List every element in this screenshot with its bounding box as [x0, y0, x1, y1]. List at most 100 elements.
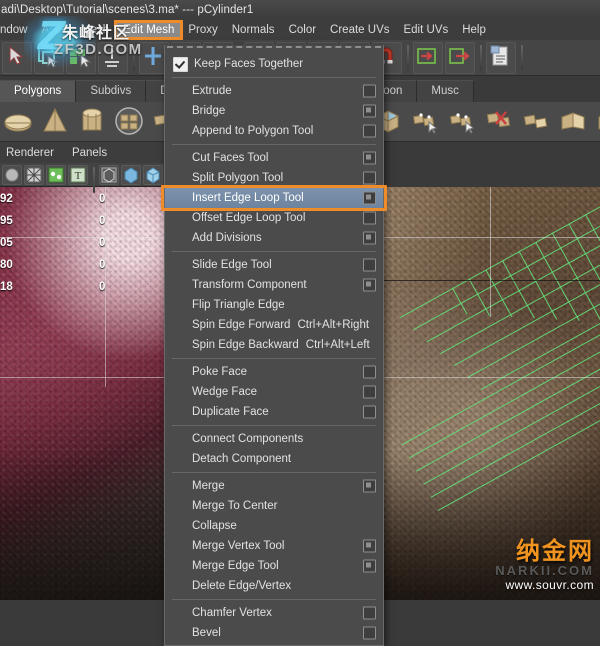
- option-box-icon[interactable]: [363, 365, 376, 379]
- option-box-icon[interactable]: [363, 124, 376, 138]
- tear-off-handle[interactable]: [167, 46, 381, 52]
- select-by-component-icon[interactable]: [98, 41, 128, 74]
- select-by-object-icon[interactable]: [66, 41, 96, 74]
- polygon-delete-icon[interactable]: [483, 105, 517, 139]
- option-box-icon[interactable]: [363, 559, 376, 573]
- menu-item-label: Wedge Face: [192, 386, 257, 398]
- menu-create-uvs[interactable]: Create UVs: [323, 22, 396, 38]
- smooth-shade-icon[interactable]: [121, 164, 141, 185]
- menu-item-label: Merge Edge Tool: [192, 560, 279, 572]
- readout-label: 05: [0, 237, 13, 249]
- panel-icon-bar[interactable]: T: [0, 163, 185, 193]
- panel-menu-bar[interactable]: Renderer Panels: [0, 142, 165, 164]
- menu-item-collapse[interactable]: Collapse: [165, 516, 383, 536]
- polygon-merge-icon[interactable]: [557, 105, 591, 139]
- option-box-icon[interactable]: [363, 84, 376, 98]
- menu-proxy[interactable]: Proxy: [181, 22, 224, 38]
- wireframe-icon[interactable]: [24, 164, 44, 185]
- option-box-icon[interactable]: [363, 626, 376, 640]
- polygon-plane-icon[interactable]: [113, 105, 147, 139]
- option-box-icon[interactable]: [363, 405, 376, 419]
- menu-item-spin-edge-backward[interactable]: Spin Edge Backward Ctrl+Alt+Left: [165, 335, 383, 355]
- menu-item-spin-edge-forward[interactable]: Spin Edge Forward Ctrl+Alt+Right: [165, 315, 383, 335]
- option-box-icon[interactable]: [363, 211, 376, 225]
- menu-normals[interactable]: Normals: [225, 22, 282, 38]
- option-box-icon[interactable]: [363, 385, 376, 399]
- texture-icon[interactable]: [46, 164, 66, 185]
- panel-menu-renderer[interactable]: Renderer: [0, 146, 60, 160]
- option-box-icon[interactable]: [363, 151, 376, 165]
- menu-item-bevel[interactable]: Bevel: [165, 623, 383, 643]
- checkmark-icon: [173, 56, 188, 72]
- menu-item-append-to-polygon-tool[interactable]: Append to Polygon Tool: [165, 121, 383, 141]
- polygon-mirror-icon[interactable]: [594, 105, 600, 139]
- menu-color[interactable]: Color: [282, 22, 323, 38]
- menu-item-slide-edge-tool[interactable]: Slide Edge Tool: [165, 255, 383, 275]
- menu-item-offset-edge-loop-tool[interactable]: Offset Edge Loop Tool: [165, 208, 383, 228]
- text-tool-icon[interactable]: T: [68, 164, 88, 185]
- polygon-split-icon[interactable]: [409, 105, 443, 139]
- polygon-sphere-icon[interactable]: [2, 105, 36, 139]
- viewport-guide-line: [490, 187, 491, 317]
- menu-item-chamfer-vertex[interactable]: Chamfer Vertex: [165, 603, 383, 623]
- menu-item-label: Transform Component: [192, 279, 307, 291]
- panel-menu-panels[interactable]: Panels: [66, 146, 113, 160]
- select-by-hierarchy-icon[interactable]: [34, 41, 64, 74]
- flat-shade-icon[interactable]: [143, 164, 163, 185]
- polygon-cone-icon[interactable]: [39, 105, 73, 139]
- select-arrow-icon[interactable]: [2, 41, 32, 74]
- menu-item-poke-face[interactable]: Poke Face: [165, 362, 383, 382]
- menu-item-bridge[interactable]: Bridge: [165, 101, 383, 121]
- menu-item-wedge-face[interactable]: Wedge Face: [165, 382, 383, 402]
- menu-item-flip-triangle-edge[interactable]: Flip Triangle Edge: [165, 295, 383, 315]
- menu-item-merge-to-center[interactable]: Merge To Center: [165, 496, 383, 516]
- menu-ndow[interactable]: ndow: [0, 22, 35, 38]
- shelf-tab-polygons[interactable]: Polygons: [0, 80, 77, 102]
- option-box-icon[interactable]: [363, 191, 376, 205]
- option-box-icon[interactable]: [363, 258, 376, 272]
- output-connection-icon[interactable]: [445, 41, 475, 74]
- menu-item-label: Merge To Center: [192, 500, 278, 512]
- menu-item-merge[interactable]: Merge: [165, 476, 383, 496]
- menu-item-label: Cut Faces Tool: [192, 152, 269, 164]
- option-box-icon[interactable]: [363, 539, 376, 553]
- menu-item-cut-faces-tool[interactable]: Cut Faces Tool: [165, 148, 383, 168]
- shelf-tab-subdivs[interactable]: Subdivs: [76, 80, 147, 102]
- menu-item-merge-edge-tool[interactable]: Merge Edge Tool: [165, 556, 383, 576]
- polygon-wedge-icon[interactable]: [520, 105, 554, 139]
- menu-item-extrude[interactable]: Extrude: [165, 81, 383, 101]
- option-box-icon[interactable]: [363, 479, 376, 493]
- option-box-icon[interactable]: [363, 231, 376, 245]
- bounding-box-icon[interactable]: [99, 164, 119, 185]
- input-connection-icon[interactable]: [413, 41, 443, 74]
- menu-asse[interactable]: Asse: [35, 22, 75, 38]
- menu-item-detach-component[interactable]: Detach Component: [165, 449, 383, 469]
- shaded-sphere-icon[interactable]: [2, 164, 22, 185]
- menu-item-transform-component[interactable]: Transform Component: [165, 275, 383, 295]
- menu-item-add-divisions[interactable]: Add Divisions: [165, 228, 383, 248]
- shelf-tab-musc[interactable]: Musc: [417, 80, 474, 102]
- menu-help[interactable]: Help: [455, 22, 493, 38]
- edit-mesh-dropdown-menu[interactable]: Keep Faces Together Extrude Bridge Append t…: [161, 45, 387, 646]
- menu-item-insert-edge-loop-tool[interactable]: Insert Edge Loop Tool: [165, 188, 383, 208]
- menu-item-keep-faces-together[interactable]: Keep Faces Together: [165, 54, 383, 74]
- readout-value: 0: [99, 193, 106, 205]
- menu-item-split-polygon-tool[interactable]: Split Polygon Tool: [165, 168, 383, 188]
- menu-item-merge-vertex-tool[interactable]: Merge Vertex Tool: [165, 536, 383, 556]
- menu-edit-mesh[interactable]: Edit Mesh: [114, 19, 184, 40]
- polygon-insert-loop-icon[interactable]: [446, 105, 480, 139]
- menu-edit-uvs[interactable]: Edit UVs: [396, 22, 455, 38]
- option-box-icon[interactable]: [363, 606, 376, 620]
- menu-item-delete-edge-vertex[interactable]: Delete Edge/Vertex: [165, 576, 383, 596]
- menu-item-label: Add Divisions: [192, 232, 262, 244]
- menu-mesh[interactable]: Mesh: [74, 22, 116, 38]
- option-box-icon[interactable]: [363, 278, 376, 292]
- menu-item-duplicate-face[interactable]: Duplicate Face: [165, 402, 383, 422]
- title-bar: adi\Desktop\Tutorial\scenes\3.ma* --- pC…: [0, 0, 600, 20]
- main-menu-bar[interactable]: ndow Asse Mesh Edit Mesh Proxy Normals Color Cr…: [0, 19, 600, 41]
- menu-item-connect-components[interactable]: Connect Components: [165, 429, 383, 449]
- option-box-icon[interactable]: [363, 104, 376, 118]
- option-box-icon[interactable]: [363, 171, 376, 185]
- attribute-editor-icon[interactable]: [486, 41, 516, 74]
- polygon-cylinder-icon[interactable]: [76, 105, 110, 139]
